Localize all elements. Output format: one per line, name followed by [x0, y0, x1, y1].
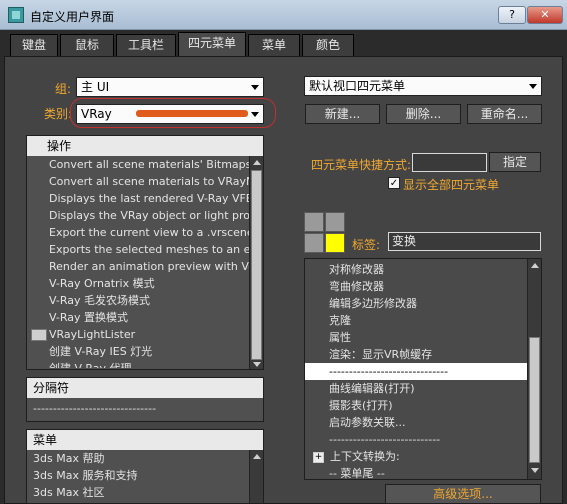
tab-menus[interactable]: 菜单 [248, 34, 300, 56]
list-item[interactable]: Displays the last rendered V-Ray VFB... [27, 190, 249, 207]
list-item[interactable]: + 上下文转换为: [305, 448, 527, 465]
list-item[interactable]: 创建 V-Ray 代理 [27, 360, 249, 368]
tab-mouse[interactable]: 鼠标 [60, 34, 114, 56]
new-button[interactable]: 新建... [305, 104, 380, 124]
list-item[interactable]: 对称修改器 [305, 261, 527, 278]
group-label: 组: [55, 82, 72, 96]
list-item[interactable]: 3ds Max 帮助 [27, 450, 249, 467]
list-item[interactable]: 弯曲修改器 [305, 278, 527, 295]
list-item[interactable]: 创建 V-Ray IES 灯光 [27, 343, 249, 360]
list-item[interactable]: VRayLightLister [27, 326, 249, 343]
scroll-up-icon[interactable] [253, 160, 261, 165]
quad-top-left[interactable] [304, 212, 324, 232]
list-item[interactable]: 渲染：显示VR帧缓存 [305, 346, 527, 363]
list-item[interactable]: 启动参数关联... [305, 414, 527, 431]
assign-button[interactable]: 指定 [489, 152, 541, 172]
list-item[interactable]: V-Ray 毛发农场模式 [27, 292, 249, 309]
separator-header: 分隔符 [27, 378, 263, 398]
list-item[interactable]: Displays the VRay object or light prop..… [27, 207, 249, 224]
tab-colors[interactable]: 颜色 [302, 34, 354, 56]
actions-header: 操作 [27, 136, 263, 156]
list-item[interactable]: Convert all scene materials' Bitmaps t..… [27, 156, 249, 173]
category-label: 类别: [44, 107, 73, 121]
list-item[interactable]: ---------------------------- [305, 431, 527, 448]
quad-bottom-right-selected[interactable] [325, 233, 345, 253]
list-item[interactable]: V-Ray 置换模式 [27, 309, 249, 326]
quad-items-list[interactable]: 对称修改器 弯曲修改器 编辑多边形修改器 克隆 属性 渲染：显示VR帧缓存 --… [304, 258, 542, 480]
actions-list[interactable]: 操作 Convert all scene materials' Bitmaps … [26, 135, 264, 370]
scroll-up-icon[interactable] [531, 263, 539, 268]
scroll-up-icon[interactable] [253, 454, 261, 459]
advanced-options-button[interactable]: 高级选项... [385, 484, 541, 504]
scroll-thumb[interactable] [251, 170, 262, 360]
list-item[interactable]: V-Ray Ornatrix 模式 [27, 275, 249, 292]
menus-header: 菜单 [27, 430, 263, 450]
list-item[interactable]: 3ds Max 社区 [27, 484, 249, 501]
list-item[interactable]: 属性 [305, 329, 527, 346]
chevron-down-icon [529, 84, 537, 89]
list-item[interactable]: Export the current view to a .vrscene... [27, 224, 249, 241]
tab-keyboard[interactable]: 键盘 [10, 34, 58, 56]
scroll-down-icon[interactable] [253, 362, 261, 367]
scroll-down-icon[interactable] [531, 468, 539, 473]
list-item[interactable]: -- 菜单尾 -- [305, 465, 527, 479]
light-lister-icon [31, 329, 47, 341]
separator-item[interactable]: ------------------------------- [27, 400, 263, 417]
menus-list[interactable]: 菜单 3ds Max 帮助 3ds Max 服务和支持 3ds Max 社区 [26, 429, 264, 504]
tab-quads[interactable]: 四元菜单 [178, 32, 246, 56]
separator-list[interactable]: 分隔符 ------------------------------- [26, 377, 264, 422]
show-all-checkbox[interactable]: ✓ [388, 177, 400, 189]
quad-top-right[interactable] [325, 212, 345, 232]
list-item[interactable]: 3ds Max 服务和支持 [27, 467, 249, 484]
quad-menu-dropdown[interactable]: 默认视口四元菜单 [304, 76, 542, 96]
quad-menu-value: 默认视口四元菜单 [309, 79, 406, 93]
quad-items-scrollbar[interactable] [527, 259, 541, 479]
close-button[interactable]: ✕ [527, 6, 563, 24]
annotation-highlight-stroke [136, 110, 248, 117]
show-all-label: 显示全部四元菜单 [403, 178, 500, 192]
tab-toolbars[interactable]: 工具栏 [116, 34, 176, 56]
shortcut-label: 四元菜单快捷方式: [311, 158, 412, 172]
group-value: 主 UI [81, 80, 110, 94]
chevron-down-icon [251, 85, 259, 90]
menus-scrollbar[interactable] [249, 450, 263, 503]
list-item[interactable]: Exports the selected meshes to an ex... [27, 241, 249, 258]
group-dropdown[interactable]: 主 UI [76, 77, 264, 97]
rename-button[interactable]: 重命名... [467, 104, 542, 124]
list-item[interactable]: 编辑多边形修改器 [305, 295, 527, 312]
list-item-label: VRayLightLister [49, 328, 136, 341]
expand-plus-icon[interactable]: + [313, 451, 324, 463]
tag-label: 标签: [352, 238, 381, 252]
quad-bottom-left[interactable] [304, 233, 324, 253]
list-item-selected[interactable]: ------------------------------ [305, 363, 527, 380]
list-item-label: 上下文转换为: [330, 450, 400, 463]
shortcut-input[interactable] [412, 153, 487, 172]
list-item[interactable]: Convert all scene materials to VRayM... [27, 173, 249, 190]
app-icon [8, 7, 24, 23]
actions-scrollbar[interactable] [249, 156, 263, 369]
list-item[interactable]: 摄影表(打开) [305, 397, 527, 414]
list-item[interactable]: 曲线编辑器(打开) [305, 380, 527, 397]
scroll-thumb[interactable] [529, 337, 540, 463]
list-item[interactable]: 克隆 [305, 312, 527, 329]
help-button[interactable]: ? [498, 6, 526, 24]
window-title: 自定义用户界面 [30, 10, 115, 24]
tag-input[interactable]: 变换 [388, 232, 541, 251]
delete-button[interactable]: 删除... [386, 104, 461, 124]
list-item[interactable]: Render an animation preview with V-... [27, 258, 249, 275]
